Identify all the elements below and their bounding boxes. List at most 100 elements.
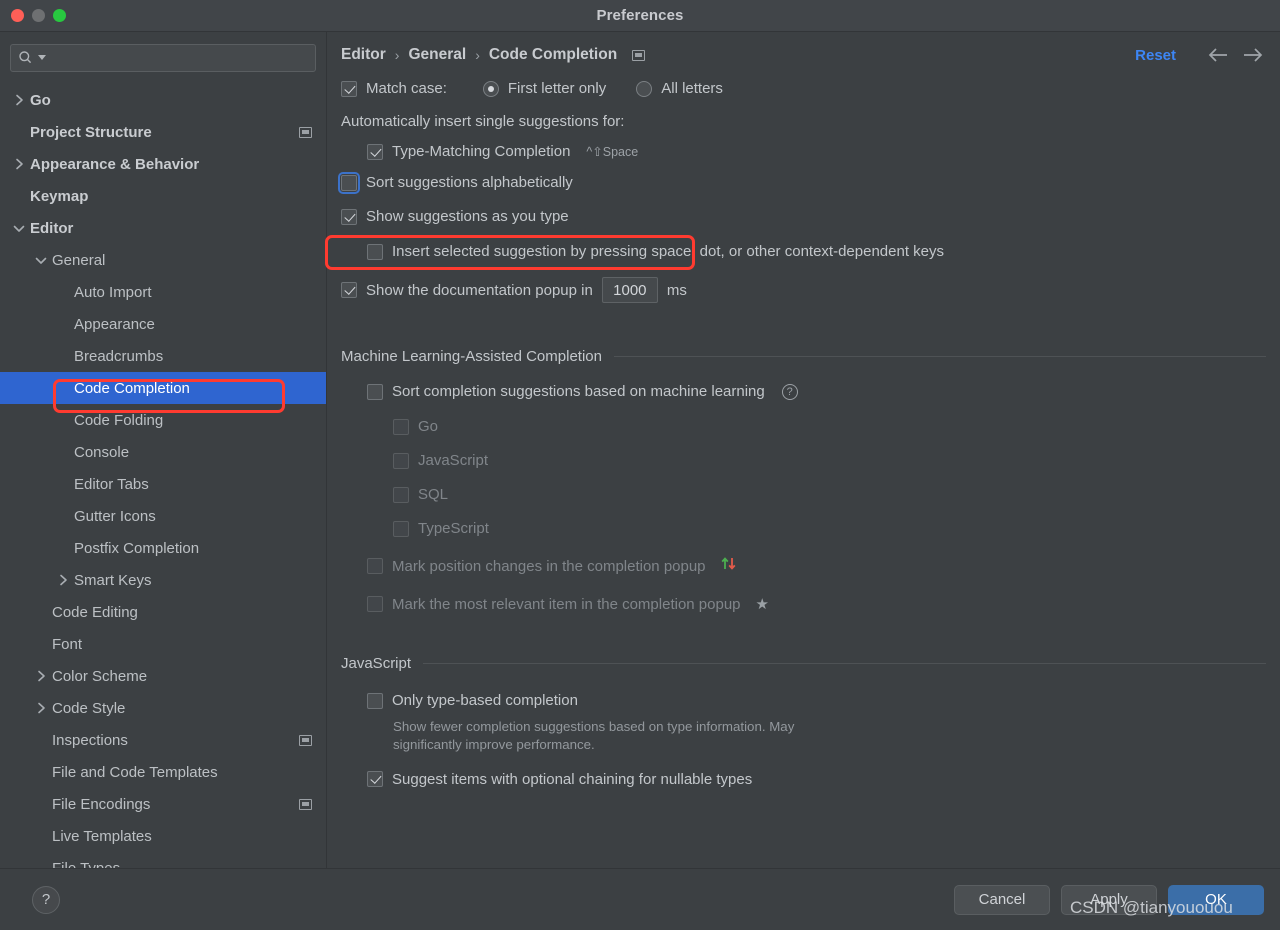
mark-relevant-row: Mark the most relevant item in the compl…: [367, 595, 1266, 613]
sidebar-item-keymap[interactable]: Keymap: [0, 180, 326, 212]
sidebar-item-gutter-icons[interactable]: Gutter Icons: [0, 500, 326, 532]
sidebar-item-label: Go: [30, 91, 51, 109]
sidebar-search-wrap: [0, 32, 326, 78]
sidebar-item-inspections[interactable]: Inspections: [0, 724, 326, 756]
sidebar-item-code-style[interactable]: Code Style: [0, 692, 326, 724]
match-case-checkbox[interactable]: [341, 80, 357, 97]
breadcrumb-general[interactable]: General: [408, 46, 466, 64]
ml-lang-typescript-checkbox[interactable]: [393, 520, 409, 537]
sidebar-item-label: Code Editing: [52, 603, 138, 621]
chevron-right-icon[interactable]: [12, 157, 26, 171]
type-matching-row: Type-Matching Completion ^⇧Space: [367, 143, 1266, 160]
match-case-label: Match case:: [366, 80, 447, 97]
section-divider: [613, 356, 1266, 357]
search-dropdown-icon[interactable]: [38, 55, 46, 61]
sidebar-item-postfix-completion[interactable]: Postfix Completion: [0, 532, 326, 564]
all-letters-radio[interactable]: [636, 80, 653, 97]
search-box[interactable]: [10, 44, 316, 72]
ml-lang-javascript-checkbox[interactable]: [393, 452, 409, 469]
sidebar-item-live-templates[interactable]: Live Templates: [0, 820, 326, 852]
minimize-window-button[interactable]: [32, 9, 45, 22]
copy-settings-icon[interactable]: [299, 126, 312, 138]
chevron-down-icon[interactable]: [12, 221, 26, 235]
sidebar-item-appearance-behavior[interactable]: Appearance & Behavior: [0, 148, 326, 180]
all-letters-label: All letters: [661, 80, 723, 97]
sidebar-item-font[interactable]: Font: [0, 628, 326, 660]
reset-button[interactable]: Reset: [1135, 47, 1176, 64]
sort-ml-label: Sort completion suggestions based on mac…: [392, 383, 765, 400]
optional-chaining-checkbox[interactable]: [367, 771, 383, 788]
sort-alphabetically-checkbox[interactable]: [338, 171, 360, 194]
search-input[interactable]: [50, 50, 308, 66]
sort-ml-checkbox[interactable]: [367, 383, 383, 400]
zoom-window-button[interactable]: [53, 9, 66, 22]
sidebar-item-label: Appearance: [74, 315, 155, 333]
ml-lang-sql-checkbox[interactable]: [393, 486, 409, 503]
close-window-button[interactable]: [11, 9, 24, 22]
copy-settings-icon[interactable]: [632, 49, 646, 61]
js-section-header: JavaScript: [341, 655, 1266, 672]
ml-lang-javascript-row: JavaScript: [393, 452, 1266, 469]
arrow-right-icon[interactable]: [1240, 42, 1266, 68]
sort-alphabetically-row: Sort suggestions alphabetically: [338, 171, 1266, 194]
copy-settings-icon[interactable]: [299, 734, 312, 746]
chevron-right-icon[interactable]: [34, 669, 48, 683]
sidebar-item-appearance[interactable]: Appearance: [0, 308, 326, 340]
first-letter-only-radio[interactable]: [482, 80, 499, 97]
arrow-left-icon[interactable]: [1205, 42, 1231, 68]
mark-position-label: Mark position changes in the completion …: [392, 557, 706, 575]
up-down-arrows-icon: [720, 556, 738, 576]
ml-section-header: Machine Learning-Assisted Completion: [341, 348, 1266, 365]
sidebar-item-file-encodings[interactable]: File Encodings: [0, 788, 326, 820]
question-mark-icon[interactable]: ?: [781, 383, 798, 400]
doc-popup-checkbox[interactable]: [341, 282, 357, 298]
chevron-right-icon[interactable]: [12, 93, 26, 107]
breadcrumb-editor[interactable]: Editor: [341, 46, 386, 64]
breadcrumb: Editor › General › Code Completion Reset: [327, 32, 1280, 78]
mark-relevant-checkbox[interactable]: [367, 596, 383, 612]
settings-sidebar: Go Project Structure Appearance & Behavior…: [0, 32, 327, 868]
sidebar-item-breadcrumbs[interactable]: Breadcrumbs: [0, 340, 326, 372]
dialog-footer: ? Cancel Apply OK: [0, 868, 1280, 930]
sidebar-item-file-types[interactable]: File Types: [0, 852, 326, 869]
chevron-down-icon[interactable]: [34, 253, 48, 267]
mark-position-checkbox[interactable]: [367, 558, 383, 574]
sidebar-item-editor-tabs[interactable]: Editor Tabs: [0, 468, 326, 500]
help-button[interactable]: ?: [32, 885, 60, 914]
sidebar-item-label: General: [52, 251, 106, 269]
sidebar-item-console[interactable]: Console: [0, 436, 326, 468]
sidebar-item-auto-import[interactable]: Auto Import: [0, 276, 326, 308]
sidebar-item-project-structure[interactable]: Project Structure: [0, 116, 326, 148]
sidebar-item-code-folding[interactable]: Code Folding: [0, 404, 326, 436]
sidebar-item-editor[interactable]: Editor: [0, 212, 326, 244]
sidebar-item-code-completion[interactable]: Code Completion: [0, 372, 326, 404]
settings-content: Match case: First letter only All letter…: [327, 78, 1280, 868]
type-matching-checkbox[interactable]: [367, 143, 383, 160]
sidebar-item-code-editing[interactable]: Code Editing: [0, 596, 326, 628]
sidebar-item-color-scheme[interactable]: Color Scheme: [0, 660, 326, 692]
sidebar-item-go[interactable]: Go: [0, 84, 326, 116]
cancel-button[interactable]: Cancel: [954, 884, 1050, 915]
insert-selected-checkbox[interactable]: [367, 243, 383, 260]
show-as-you-type-label: Show suggestions as you type: [366, 208, 569, 225]
ml-lang-sql-label: SQL: [418, 486, 449, 503]
sidebar-item-general[interactable]: General: [0, 244, 326, 276]
only-type-based-checkbox[interactable]: [367, 692, 383, 709]
ok-button[interactable]: OK: [1168, 884, 1264, 915]
show-as-you-type-row: Show suggestions as you type: [341, 208, 1266, 225]
only-type-based-label: Only type-based completion: [392, 692, 578, 709]
sidebar-item-label: Console: [74, 443, 130, 461]
sidebar-item-label: File Types: [52, 859, 121, 869]
doc-popup-delay-input[interactable]: [601, 277, 658, 303]
chevron-right-icon[interactable]: [34, 701, 48, 715]
chevron-right-icon[interactable]: [56, 573, 70, 587]
copy-settings-icon[interactable]: [299, 798, 312, 810]
auto-insert-header: Automatically insert single suggestions …: [341, 113, 625, 130]
apply-button[interactable]: Apply: [1061, 884, 1157, 915]
js-section-title: JavaScript: [341, 655, 412, 672]
ml-lang-go-checkbox[interactable]: [393, 418, 409, 435]
sidebar-item-smart-keys[interactable]: Smart Keys: [0, 564, 326, 596]
sidebar-item-file-and-code-templates[interactable]: File and Code Templates: [0, 756, 326, 788]
show-as-you-type-checkbox[interactable]: [341, 208, 357, 225]
preferences-window: Preferences Go Project Structure Appeara…: [0, 0, 1280, 930]
